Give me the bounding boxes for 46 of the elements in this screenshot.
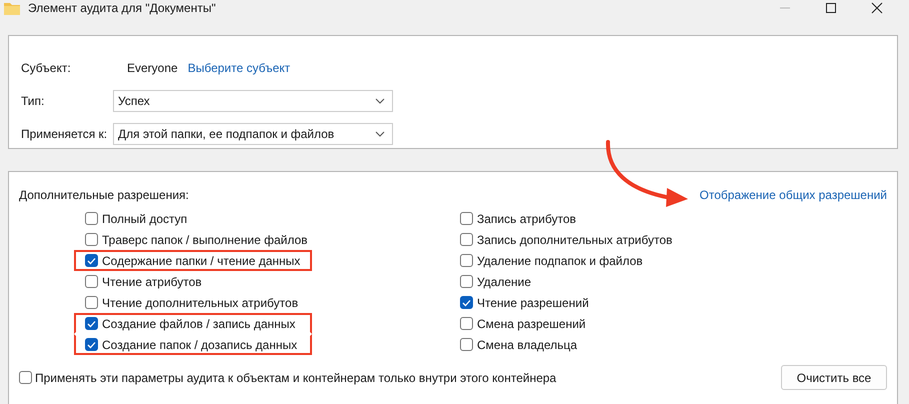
checkbox[interactable] [85,338,98,351]
checkbox-label: Удаление подпапок и файлов [477,254,643,268]
folder-icon [4,2,20,14]
subject-value: Everyone [127,60,178,74]
checkbox[interactable] [85,296,98,309]
checkbox-label: Траверс папок / выполнение файлов [102,232,308,246]
window-title: Элемент аудита для "Документы" [28,1,216,15]
subject-label: Субъект: [21,60,72,74]
checkbox-label: Смена разрешений [477,316,586,330]
checkbox-label: Удаление [477,274,532,288]
checkbox-label: Чтение дополнительных атрибутов [102,296,298,310]
type-label: Тип: [21,94,46,108]
checkbox-label: Содержание папки / чтение данных [102,254,300,268]
checkbox[interactable] [460,254,473,267]
checkbox[interactable] [85,275,98,288]
checkbox-label: Создание файлов / запись данных [102,316,296,330]
chevron-icon [375,130,385,136]
type-dropdown[interactable]: Успех [113,90,393,112]
checkbox-label: Запись дополнительных атрибутов [477,232,672,246]
select-subject-link[interactable]: Выберите субъект [188,60,290,74]
checkbox[interactable] [85,254,98,267]
checkbox-label: Запись атрибутов [477,212,576,226]
maximize-icon[interactable] [825,2,837,14]
checkbox-label: Создание папок / дозапись данных [102,338,298,352]
show-basic-permissions-link[interactable]: Отображение общих разрешений [700,188,887,202]
checkbox[interactable] [85,233,98,246]
clear-all-button[interactable]: Очистить все [781,365,887,390]
checkbox-label: Чтение атрибутов [102,274,202,288]
checkbox[interactable] [460,296,473,309]
section-title: Дополнительные разрешения: [19,188,189,202]
chevron-icon [375,98,385,104]
checkbox[interactable] [460,317,473,330]
checkbox[interactable] [85,212,98,225]
checkbox[interactable] [460,233,473,246]
checkbox[interactable] [460,338,473,351]
checkbox-label: Смена владельца [477,338,578,352]
close-icon[interactable] [871,2,883,14]
checkbox[interactable] [85,317,98,330]
checkbox-label: Чтение разрешений [477,296,589,310]
checkbox-label: Применять эти параметры аудита к объектам и контейнерам только внутри этого контейнера [35,370,556,384]
checkbox[interactable] [460,275,473,288]
checkbox[interactable] [19,371,32,384]
applies-to-label: Применяется к: [21,126,108,140]
applies-to-dropdown[interactable]: Для этой папки, ее подпапок и файлов [113,122,393,144]
checkbox-label: Полный доступ [102,212,188,226]
checkbox[interactable] [460,212,473,225]
